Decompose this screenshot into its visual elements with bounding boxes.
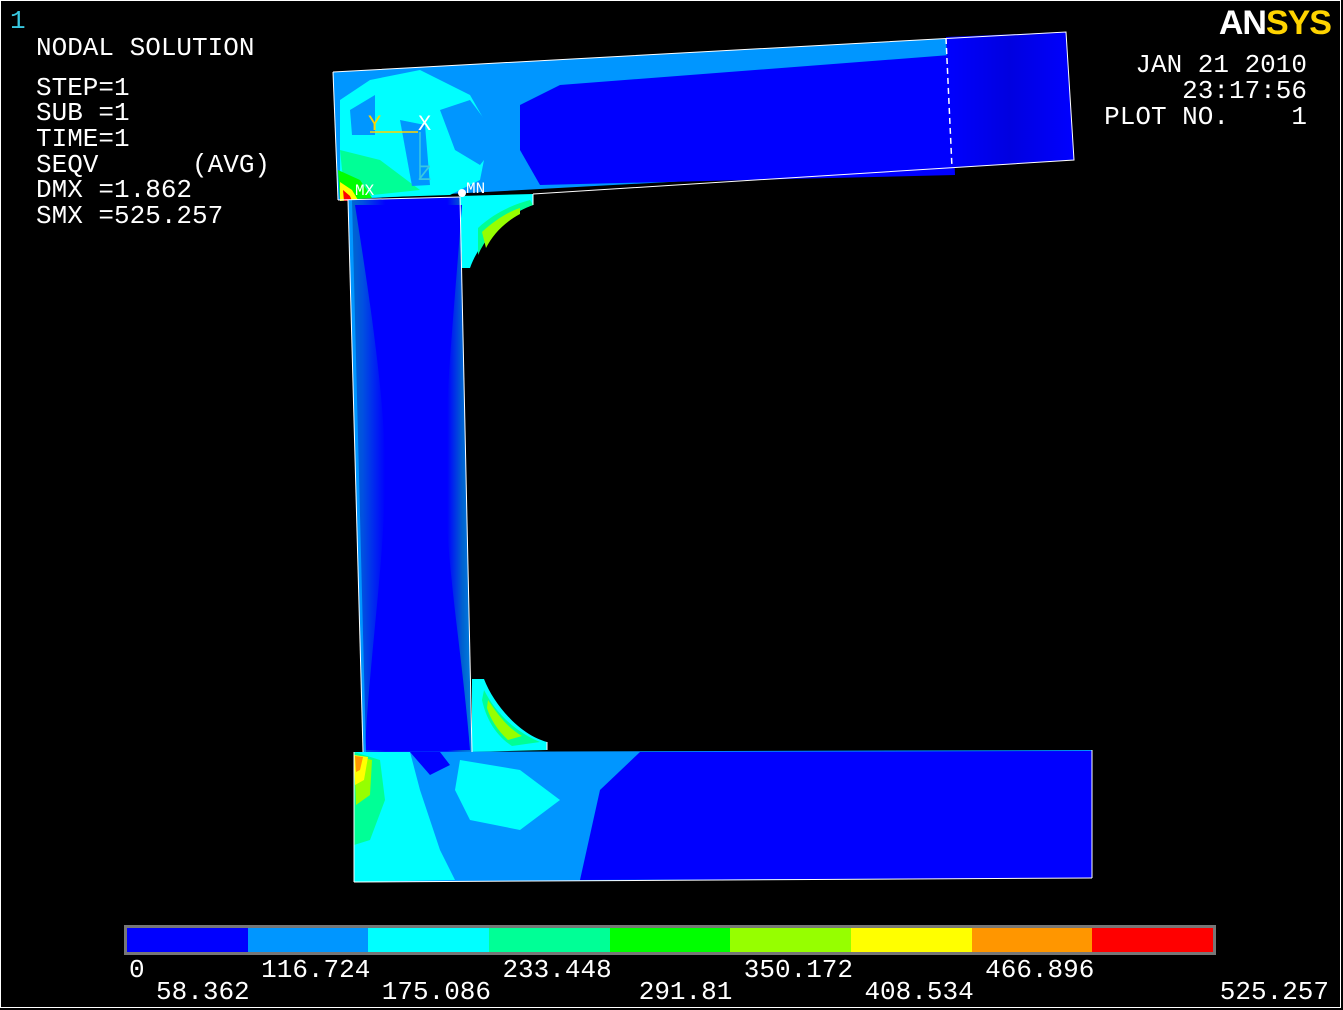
legend-label-4: 233.448 [502,955,612,985]
contour-legend-bar [124,925,1216,955]
legend-label-2: 116.724 [261,955,371,985]
legend-color-2 [368,928,490,952]
mn-node-icon [458,189,466,197]
legend-color-0 [127,928,248,952]
legend-color-7 [971,928,1093,952]
legend-label-5: 291.81 [638,977,733,1007]
legend-label-6: 350.172 [743,955,853,985]
legend-label-0: 0 [129,955,145,985]
min-marker: MN [466,180,486,198]
legend-color-1 [247,928,369,952]
top-fillet [460,194,533,268]
stress-contour-model[interactable] [0,0,1343,1010]
bottom-beam [353,750,1093,883]
legend-label-7: 408.534 [864,977,974,1007]
triad-x-label: X [418,112,432,137]
legend-label-8: 466.896 [985,955,1095,985]
legend-color-6 [851,928,972,952]
legend-color-8 [1092,928,1214,952]
bottom-fillet [472,679,547,752]
column [348,197,472,752]
legend-color-3 [489,928,610,952]
legend-color-4 [609,928,731,952]
legend-label-3: 175.086 [381,977,491,1007]
legend-label-9: 525.257 [1219,977,1329,1007]
triad-z-label: Z [418,162,432,187]
max-marker: MX [355,182,375,200]
legend-label-1: 58.362 [156,977,250,1007]
top-beam [333,32,1074,201]
triad-y-label: Y [368,112,382,137]
legend-color-5 [730,928,852,952]
